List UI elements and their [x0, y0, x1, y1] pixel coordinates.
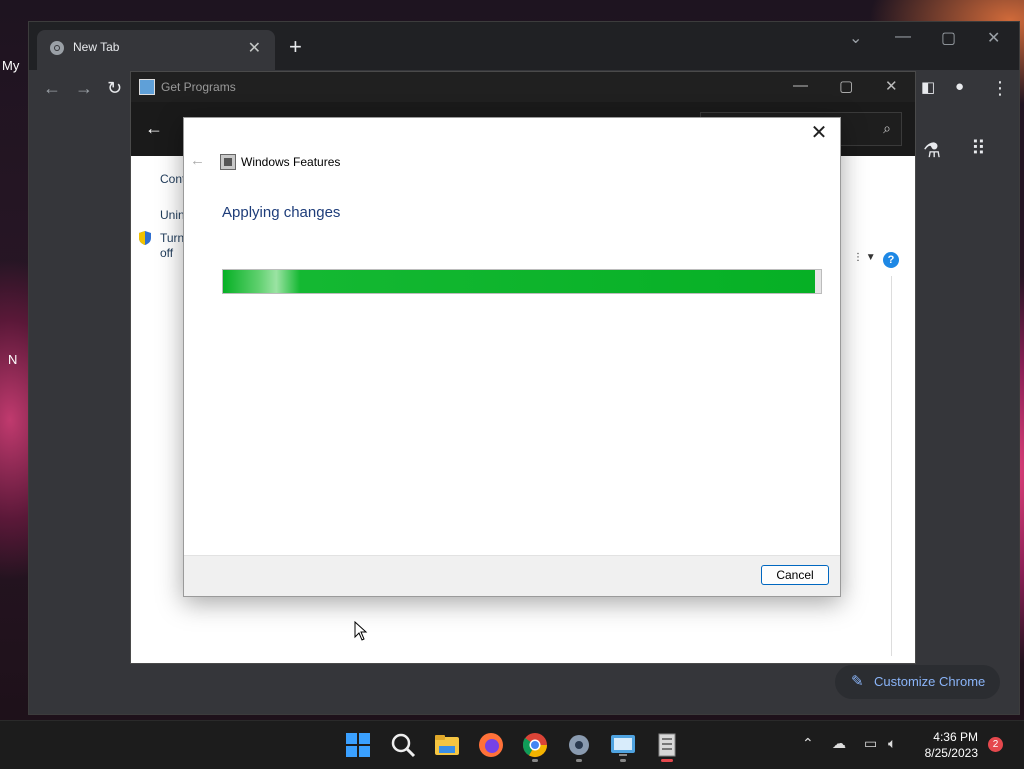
search-icon[interactable]: [389, 731, 417, 759]
reload-icon[interactable]: ↻: [107, 78, 122, 99]
mouse-cursor-icon: [354, 621, 368, 641]
cancel-button[interactable]: Cancel: [761, 565, 829, 585]
taskbar: ⌃ ☁ ▭ 🔈︎ 4:36 PM 8/25/2023 2: [0, 720, 1024, 769]
view-options-dropdown-icon[interactable]: ⋮ ▼: [853, 252, 876, 263]
control-panel-icon: [139, 79, 155, 95]
uac-shield-icon: [139, 231, 151, 245]
progress-bar: [222, 269, 822, 294]
settings-gear-icon[interactable]: [565, 731, 593, 759]
get-programs-title: Get Programs: [161, 80, 236, 94]
labs-flask-icon[interactable]: ⚗: [923, 138, 941, 163]
cp-sidebar: Cont Unin Turn off: [131, 156, 185, 663]
dialog-title: Windows Features: [241, 155, 341, 169]
desktop-icon-label: My: [2, 58, 20, 73]
tab-close-icon[interactable]: ✕: [248, 38, 261, 58]
running-indicator: [576, 759, 582, 762]
help-icon[interactable]: ?: [883, 252, 899, 268]
notification-badge[interactable]: 2: [988, 737, 1003, 752]
tab-search-icon[interactable]: ⌄: [849, 28, 862, 48]
profile-icon[interactable]: ●: [955, 78, 964, 95]
clock-time: 4:36 PM: [933, 730, 978, 744]
scrollbar[interactable]: [891, 276, 892, 656]
minimize-icon[interactable]: —: [793, 77, 808, 94]
cp-list-area: [839, 156, 915, 663]
progress-bar-fill: [223, 270, 816, 293]
volume-icon[interactable]: 🔈︎: [888, 735, 896, 752]
minimize-icon[interactable]: —: [895, 28, 911, 46]
windows-features-taskbar-icon[interactable]: [653, 731, 681, 759]
maximize-icon[interactable]: ▢: [941, 28, 956, 48]
menu-kebab-icon[interactable]: ⋮: [991, 78, 1009, 99]
firefox-icon[interactable]: [477, 731, 505, 759]
search-icon: ⌕: [883, 120, 891, 136]
chevron-up-icon[interactable]: ⌃: [802, 735, 814, 752]
clock-date: 8/25/2023: [924, 746, 978, 760]
system-clock[interactable]: 4:36 PM 8/25/2023: [920, 729, 978, 761]
active-app-indicator: [661, 759, 673, 762]
chrome-logo-icon: [50, 41, 64, 55]
forward-arrow-icon[interactable]: →: [75, 78, 93, 99]
windows-start-icon[interactable]: [344, 731, 372, 759]
dialog-heading: Applying changes: [222, 204, 341, 221]
chrome-tab-title: New Tab: [73, 40, 120, 54]
maximize-icon[interactable]: ▢: [839, 77, 853, 95]
get-programs-titlebar: Get Programs — ▢ ✕: [131, 72, 915, 102]
close-icon[interactable]: ✕: [804, 120, 834, 146]
file-explorer-icon[interactable]: [433, 731, 461, 759]
chrome-tab-strip: New Tab ✕ + ⌄ — ▢ ✕: [29, 22, 1019, 70]
network-icon[interactable]: ▭: [864, 735, 877, 752]
customize-chrome-button[interactable]: ✎ Customize Chrome: [835, 665, 1000, 699]
desktop-icon-label: N: [8, 352, 18, 367]
windows-features-icon: [220, 154, 236, 170]
dialog-footer: Cancel: [184, 555, 840, 596]
apps-grid-icon[interactable]: ⠿: [971, 136, 986, 161]
sidebar-link-turn-features[interactable]: Turn: [160, 231, 184, 245]
close-icon[interactable]: ✕: [885, 77, 898, 95]
chrome-icon[interactable]: [521, 731, 549, 759]
onedrive-cloud-icon[interactable]: ☁: [832, 735, 846, 752]
close-icon[interactable]: ✕: [987, 28, 1000, 48]
back-arrow-icon[interactable]: ←: [43, 78, 61, 99]
back-arrow-icon: ←: [190, 152, 205, 169]
customize-chrome-label: Customize Chrome: [874, 674, 986, 689]
side-panel-icon[interactable]: ◧: [921, 78, 935, 96]
running-indicator: [532, 759, 538, 762]
control-panel-icon[interactable]: [609, 731, 637, 759]
back-arrow-icon[interactable]: ←: [145, 118, 163, 139]
chrome-tab[interactable]: New Tab ✕: [37, 30, 275, 70]
running-indicator: [620, 759, 626, 762]
sidebar-link-turn-features-line2[interactable]: off: [160, 246, 173, 260]
pencil-icon: ✎: [851, 673, 864, 690]
new-tab-icon[interactable]: +: [289, 34, 302, 60]
windows-features-dialog: ✕ ← Windows Features Applying changes Ca…: [183, 117, 841, 597]
sidebar-link-control-panel-home[interactable]: Cont: [160, 172, 185, 186]
sidebar-link-uninstall[interactable]: Unin: [160, 208, 185, 222]
